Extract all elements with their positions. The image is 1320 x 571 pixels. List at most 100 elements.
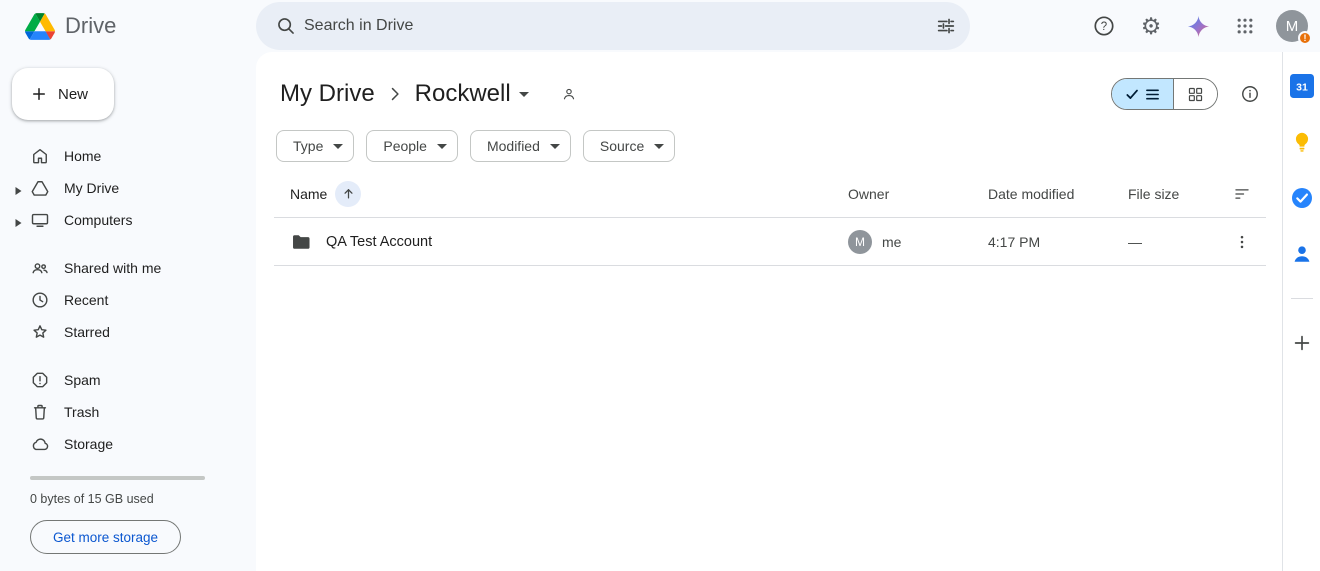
spam-icon [28, 368, 52, 392]
add-apps-button[interactable] [1290, 331, 1314, 355]
breadcrumb-current-folder[interactable]: Rockwell [409, 78, 535, 110]
check-icon [1126, 89, 1138, 99]
list-view-button[interactable] [1112, 79, 1173, 109]
filter-chip-source[interactable]: Source [582, 130, 676, 162]
sidebar-item-storage[interactable]: Storage [12, 428, 240, 460]
svg-text:?: ? [1101, 21, 1107, 33]
sidebar-item-starred[interactable]: Starred [12, 316, 240, 348]
keep-bulb-icon [1295, 132, 1308, 152]
list-icon [1146, 88, 1159, 100]
contacts-icon [1294, 246, 1309, 262]
sort-ascending-icon[interactable] [335, 180, 362, 207]
search-input[interactable] [302, 16, 926, 36]
account-avatar-button[interactable]: M ! [1272, 6, 1312, 46]
tune-icon [937, 18, 955, 34]
search-bar[interactable] [256, 2, 970, 50]
settings-button[interactable]: ⚙ [1131, 6, 1171, 46]
drive-logo-home-link[interactable]: Drive [0, 12, 256, 40]
new-button[interactable]: New [12, 68, 114, 120]
cloud-icon [28, 432, 52, 456]
file-size-cell: — [1128, 233, 1142, 250]
help-icon: ? [1094, 16, 1114, 36]
expand-arrow-icon[interactable] [14, 183, 24, 195]
sidebar: New Home My Drive Computers Shared with … [0, 52, 256, 571]
table-header: Name Owner Date modified File size [274, 170, 1266, 218]
breadcrumb-my-drive[interactable]: My Drive [274, 78, 381, 110]
search-icon [270, 10, 302, 42]
shared-people-icon [28, 256, 52, 280]
owner-cell: M me [848, 229, 988, 254]
chevron-down-icon [549, 143, 560, 149]
main-content: My Drive Rockwell Type People Modified S… [256, 52, 1282, 571]
chevron-down-icon [518, 91, 529, 97]
filter-chip-people[interactable]: People [366, 130, 458, 162]
grid-icon [1188, 87, 1203, 101]
svg-text:31: 31 [1296, 81, 1308, 93]
filter-chips: Type People Modified Source [274, 130, 1266, 162]
sidebar-item-home[interactable]: Home [12, 140, 240, 172]
info-icon [1242, 86, 1258, 102]
sidebar-nav: Home My Drive Computers Shared with me R… [12, 140, 240, 460]
get-more-storage-button[interactable]: Get more storage [30, 520, 182, 554]
trash-icon [28, 400, 52, 424]
column-header-modified: Date modified [988, 185, 1075, 202]
tasks-app-button[interactable] [1290, 186, 1314, 210]
chevron-right-icon [385, 84, 405, 104]
column-header-name[interactable]: Name [274, 180, 848, 207]
storage-usage-bar [30, 476, 205, 480]
google-apps-button[interactable] [1225, 6, 1265, 46]
chevron-down-icon [654, 143, 665, 149]
star-icon [28, 320, 52, 344]
chevron-down-icon [436, 143, 447, 149]
gemini-sparkle-icon [1187, 15, 1209, 37]
more-vertical-icon [1240, 235, 1244, 248]
sidebar-item-spam[interactable]: Spam [12, 364, 240, 396]
filter-chip-type[interactable]: Type [276, 130, 355, 162]
sidebar-item-computers[interactable]: Computers [12, 204, 240, 236]
keep-app-button[interactable] [1290, 130, 1314, 154]
help-button[interactable]: ? [1084, 6, 1124, 46]
sort-icon [1235, 188, 1249, 199]
filter-chip-modified[interactable]: Modified [469, 130, 571, 162]
app-title: Drive [65, 13, 117, 38]
sidebar-item-my-drive[interactable]: My Drive [12, 172, 240, 204]
side-panel-divider [1290, 298, 1313, 299]
file-table: Name Owner Date modified File size QA Te… [274, 170, 1266, 266]
row-more-actions-button[interactable] [1226, 226, 1258, 258]
topbar: Drive ? ⚙ [0, 0, 1320, 52]
column-header-size: File size [1128, 185, 1180, 202]
plus-icon [33, 88, 45, 100]
table-row[interactable]: QA Test Account M me 4:17 PM — [274, 218, 1266, 266]
file-name-cell[interactable]: QA Test Account [274, 231, 848, 253]
sort-options-button[interactable] [1226, 178, 1258, 210]
gear-icon: ⚙ [1140, 12, 1162, 39]
plus-icon [1294, 335, 1309, 351]
details-button[interactable] [1234, 78, 1266, 110]
my-drive-icon [28, 176, 52, 200]
calendar-app-button[interactable]: 31 [1289, 74, 1314, 98]
members-icon [563, 88, 574, 100]
main-header: My Drive Rockwell [274, 72, 1266, 116]
topbar-actions: ? ⚙ M ! [1084, 6, 1320, 46]
owner-avatar: M [848, 229, 872, 254]
storage-usage-text: 0 bytes of 15 GB used [30, 492, 154, 506]
breadcrumb: My Drive Rockwell [274, 78, 583, 110]
expand-arrow-icon[interactable] [14, 215, 24, 227]
sidebar-item-shared-with-me[interactable]: Shared with me [12, 252, 240, 284]
apps-grid-icon [1237, 18, 1253, 34]
clock-icon [28, 288, 52, 312]
gemini-button[interactable] [1178, 6, 1218, 46]
calendar-icon: 31 [1289, 74, 1314, 98]
contacts-app-button[interactable] [1290, 242, 1314, 266]
drive-logo-icon [25, 12, 55, 40]
folder-members-button[interactable] [555, 80, 583, 108]
search-options-button[interactable] [926, 6, 966, 46]
home-icon [28, 144, 52, 168]
sidebar-item-recent[interactable]: Recent [12, 284, 240, 316]
view-toggle [1111, 78, 1218, 110]
computers-icon [28, 208, 52, 232]
account-alert-badge: ! [1298, 31, 1312, 45]
grid-view-button[interactable] [1173, 79, 1217, 109]
sidebar-item-trash[interactable]: Trash [12, 396, 240, 428]
side-panel: 31 [1282, 52, 1320, 571]
